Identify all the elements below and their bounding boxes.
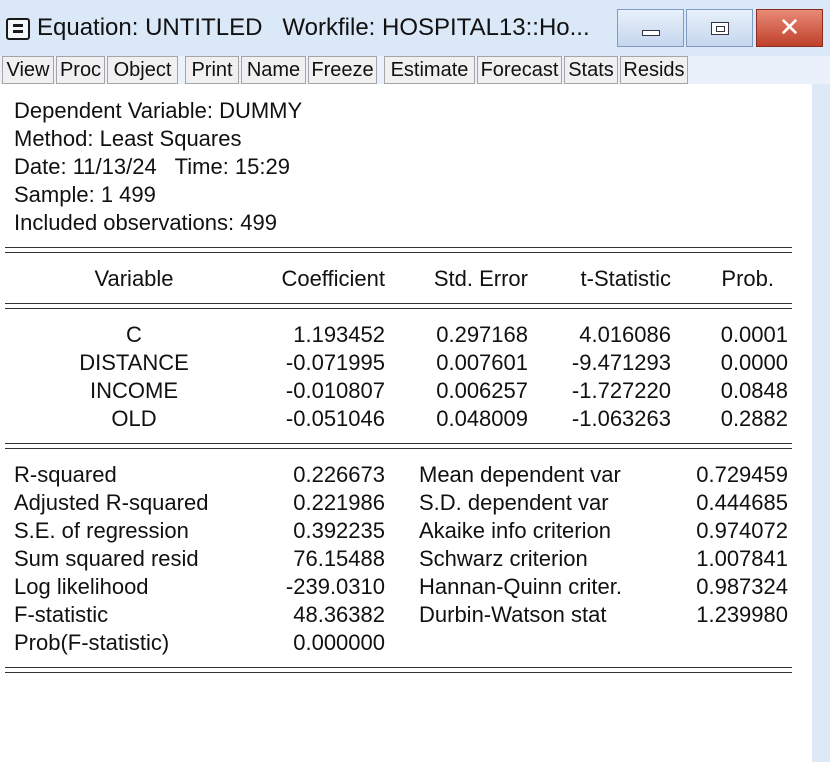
- stat-label: S.E. of regression: [14, 518, 189, 543]
- stat-value: 0.226673: [293, 462, 385, 487]
- prob-value: 0.0000: [720, 350, 788, 375]
- dependent-variable: Dependent Variable: DUMMY: [14, 98, 303, 123]
- t-statistic-value: -1.727220: [571, 378, 671, 403]
- stat-value: 0.000000: [293, 630, 385, 655]
- stat-label: Durbin-Watson stat: [419, 602, 607, 627]
- stat-label: Akaike info criterion: [419, 518, 611, 543]
- std-error-value: 0.048009: [436, 406, 528, 431]
- estimate-button[interactable]: Estimate: [384, 56, 475, 84]
- stat-value: 0.392235: [293, 518, 385, 543]
- stat-label: R-squared: [14, 462, 117, 487]
- col-header-t-statistic: t-Statistic: [580, 266, 671, 291]
- method: Method: Least Squares: [14, 126, 242, 151]
- divider: [5, 252, 792, 253]
- included-observations: Included observations: 499: [14, 210, 277, 235]
- window-menu-icon[interactable]: [6, 18, 30, 40]
- coefficient-value: -0.071995: [285, 350, 385, 375]
- stat-value: 0.221986: [293, 490, 385, 515]
- minimize-button[interactable]: [617, 9, 684, 47]
- view-button[interactable]: View: [2, 56, 54, 84]
- freeze-button[interactable]: Freeze: [308, 56, 377, 84]
- divider: [5, 303, 792, 304]
- stat-value: 76.15488: [293, 546, 385, 571]
- maximize-icon: [710, 21, 729, 35]
- stat-label: S.D. dependent var: [419, 490, 609, 515]
- divider: [5, 247, 792, 248]
- col-header-coefficient: Coefficient: [281, 266, 385, 291]
- col-header-prob: Prob.: [721, 266, 774, 291]
- stat-value: 0.987324: [696, 574, 788, 599]
- divider: [5, 308, 792, 309]
- std-error-value: 0.006257: [436, 378, 528, 403]
- stats-button[interactable]: Stats: [564, 56, 618, 84]
- object-button[interactable]: Object: [107, 56, 178, 84]
- divider: [5, 448, 792, 449]
- t-statistic-value: -1.063263: [571, 406, 671, 431]
- minimize-icon: [641, 30, 660, 36]
- proc-button[interactable]: Proc: [56, 56, 105, 84]
- stat-value: 0.974072: [696, 518, 788, 543]
- t-statistic-value: -9.471293: [571, 350, 671, 375]
- stat-label: Adjusted R-squared: [14, 490, 209, 515]
- stat-value: 0.729459: [696, 462, 788, 487]
- t-statistic-value: 4.016086: [579, 322, 671, 347]
- std-error-value: 0.007601: [436, 350, 528, 375]
- stat-label: Hannan-Quinn criter.: [419, 574, 622, 599]
- maximize-button[interactable]: [686, 9, 753, 47]
- stat-label: Schwarz criterion: [419, 546, 588, 571]
- sample: Sample: 1 499: [14, 182, 156, 207]
- equation-window: Equation: UNTITLED Workfile: HOSPITAL13:…: [0, 0, 830, 762]
- stat-label: Log likelihood: [14, 574, 149, 599]
- coefficient-value: -0.051046: [285, 406, 385, 431]
- prob-value: 0.0001: [720, 322, 788, 347]
- close-icon: ✕: [778, 13, 801, 43]
- stat-value: -239.0310: [285, 574, 385, 599]
- divider: [5, 667, 792, 668]
- coefficient-value: -0.010807: [285, 378, 385, 403]
- stat-label: Prob(F-statistic): [14, 630, 170, 655]
- title-bar[interactable]: Equation: UNTITLED Workfile: HOSPITAL13:…: [0, 0, 830, 56]
- resids-button[interactable]: Resids: [620, 56, 688, 84]
- stat-label: Sum squared resid: [14, 546, 199, 571]
- output-pane: Dependent Variable: DUMMY Method: Least …: [0, 84, 812, 762]
- prob-value: 0.2882: [720, 406, 788, 431]
- stat-value: 48.36382: [293, 602, 385, 627]
- stat-value: 1.239980: [696, 602, 788, 627]
- print-button[interactable]: Print: [185, 56, 239, 84]
- date-time: Date: 11/13/24 Time: 15:29: [14, 154, 290, 179]
- name-button[interactable]: Name: [241, 56, 306, 84]
- stat-value: 0.444685: [696, 490, 788, 515]
- col-header-std-error: Std. Error: [433, 266, 528, 291]
- window-title: Equation: UNTITLED Workfile: HOSPITAL13:…: [37, 14, 590, 41]
- coefficient-value: 1.193452: [293, 322, 385, 347]
- vertical-scrollbar[interactable]: [812, 84, 830, 762]
- divider: [5, 672, 792, 673]
- forecast-button[interactable]: Forecast: [477, 56, 562, 84]
- prob-value: 0.0848: [720, 378, 788, 403]
- stat-label: F-statistic: [14, 602, 109, 627]
- stat-value: 1.007841: [696, 546, 788, 571]
- std-error-value: 0.297168: [436, 322, 528, 347]
- divider: [5, 443, 792, 444]
- stat-label: Mean dependent var: [419, 462, 621, 487]
- close-button[interactable]: ✕: [756, 9, 823, 47]
